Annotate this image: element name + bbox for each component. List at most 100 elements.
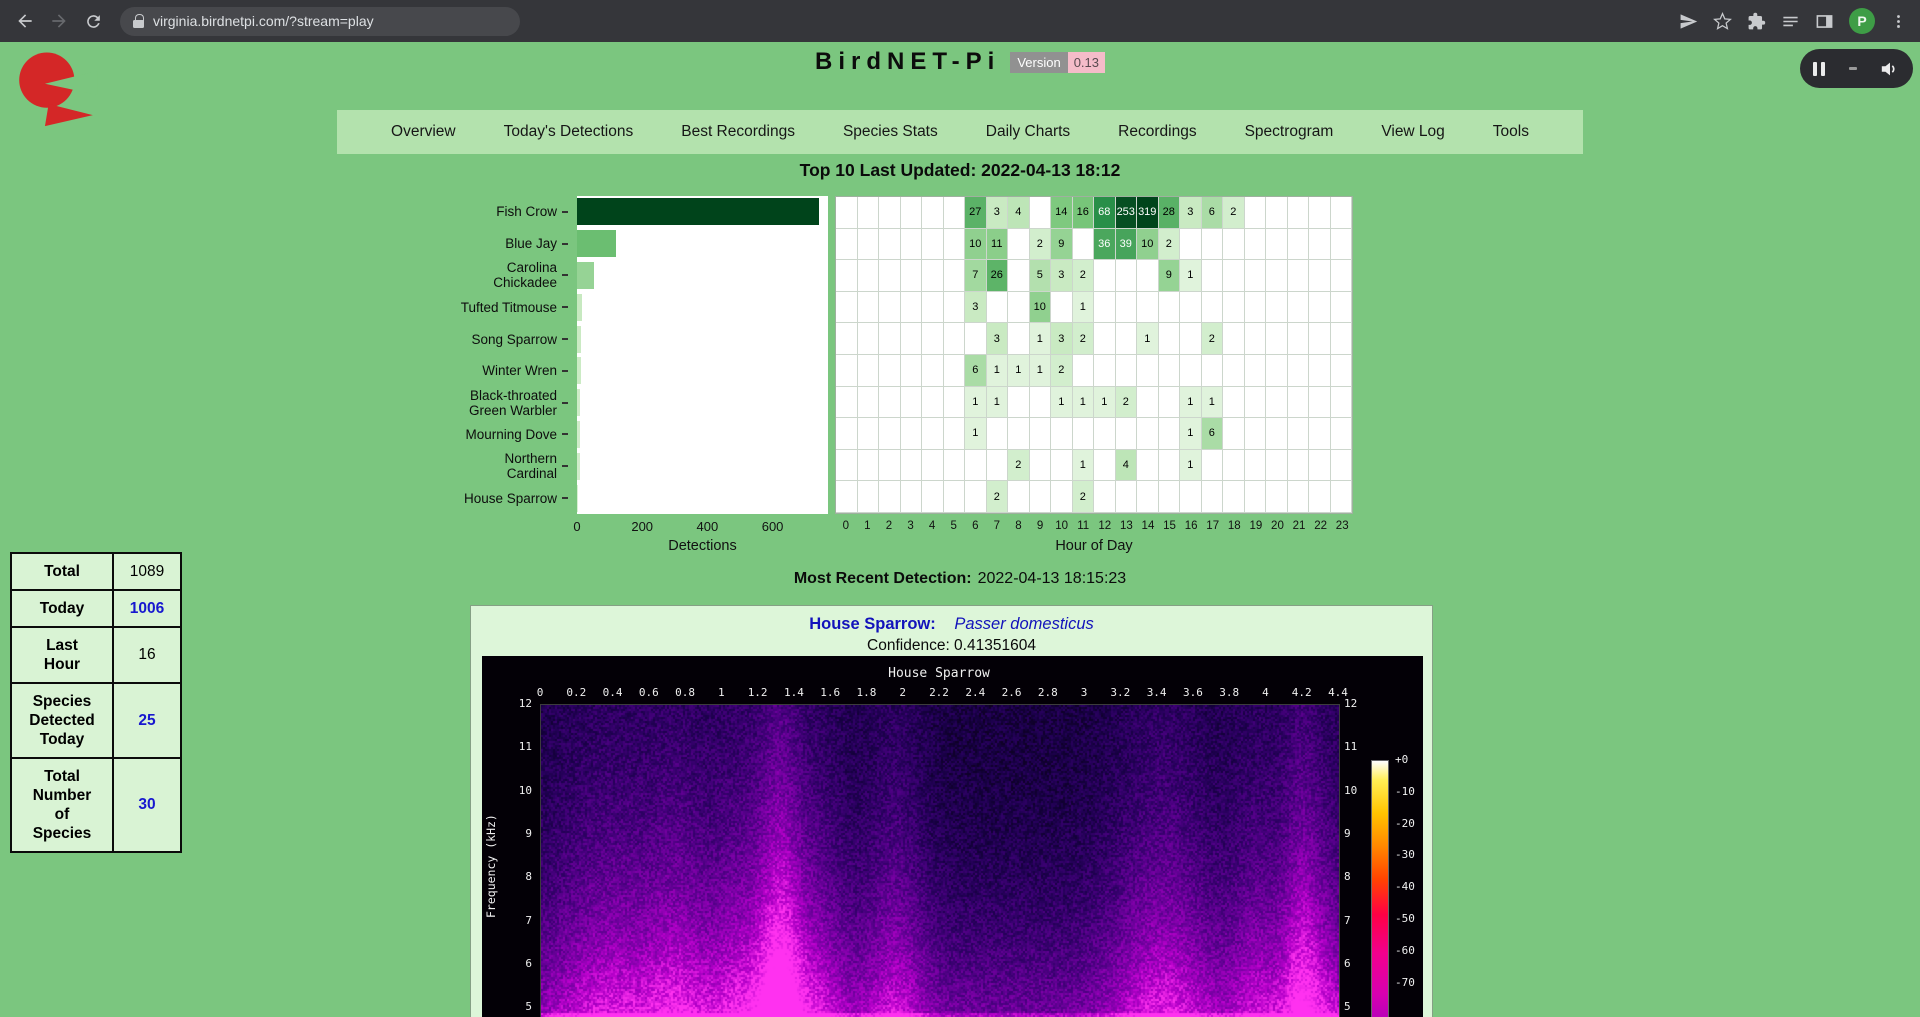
forward-icon[interactable] bbox=[42, 4, 76, 38]
species-latin-name[interactable]: Passer domesticus bbox=[954, 615, 1093, 633]
heatmap-cell bbox=[858, 481, 880, 513]
hour-tick: 7 bbox=[994, 520, 1000, 532]
nav-item-spectrogram[interactable]: Spectrogram bbox=[1245, 123, 1334, 141]
profile-avatar[interactable]: P bbox=[1849, 8, 1875, 34]
heatmap-cell: 2 bbox=[1073, 481, 1095, 513]
heatmap-cell bbox=[1137, 481, 1159, 513]
heatmap-cell bbox=[1137, 450, 1159, 482]
heatmap-cell bbox=[836, 481, 858, 513]
spectrogram-ytick-left: 12 bbox=[482, 697, 532, 710]
spectrogram-ytick-left: 7 bbox=[482, 914, 532, 927]
heatmap-cell: 28 bbox=[1159, 197, 1181, 229]
heatmap-cell bbox=[944, 481, 966, 513]
heatmap-cell bbox=[1245, 481, 1267, 513]
heatmap-cell bbox=[1094, 260, 1116, 292]
heatmap-cell bbox=[879, 355, 901, 387]
heatmap-cell bbox=[1180, 292, 1202, 324]
lock-icon[interactable] bbox=[133, 14, 144, 28]
bar-category-label: Song Sparrow bbox=[300, 323, 568, 355]
heatmap-cell bbox=[1266, 323, 1288, 355]
nav-item-view-log[interactable]: View Log bbox=[1381, 123, 1444, 141]
heatmap-cell bbox=[1245, 355, 1267, 387]
spectrogram-xtick: 2.4 bbox=[965, 686, 985, 699]
heatmap-cell bbox=[1223, 387, 1245, 419]
confidence-text: Confidence: 0.41351604 bbox=[471, 637, 1432, 655]
spectrogram-ytick-right: 8 bbox=[1344, 870, 1351, 883]
heatmap-cell bbox=[901, 355, 923, 387]
stats-value[interactable]: 25 bbox=[113, 683, 181, 758]
spectrogram-xtick: 0.4 bbox=[603, 686, 623, 699]
nav-item-today-s-detections[interactable]: Today's Detections bbox=[504, 123, 634, 141]
colorbar-gradient bbox=[1371, 760, 1389, 1017]
axis-tick bbox=[562, 433, 568, 435]
nav-item-tools[interactable]: Tools bbox=[1493, 123, 1529, 141]
heatmap-cell: 26 bbox=[987, 260, 1009, 292]
heatmap-cell bbox=[944, 260, 966, 292]
heatmap-cell bbox=[1331, 197, 1353, 229]
spectrogram-xtick: 0 bbox=[537, 686, 544, 699]
heatmap-cell bbox=[1116, 355, 1138, 387]
heatmap-cell: 2 bbox=[1202, 323, 1224, 355]
heatmap-cell bbox=[858, 292, 880, 324]
menu-kebab-icon[interactable] bbox=[1890, 12, 1907, 31]
heatmap-cell bbox=[922, 229, 944, 261]
spectrogram-xtick: 2.2 bbox=[929, 686, 949, 699]
heatmap-cell bbox=[1159, 387, 1181, 419]
spectrogram-ytick-right: 5 bbox=[1344, 1000, 1351, 1013]
heatmap-cell bbox=[1030, 197, 1052, 229]
spectrogram-xtick: 1.2 bbox=[748, 686, 768, 699]
nav-item-best-recordings[interactable]: Best Recordings bbox=[681, 123, 795, 141]
heatmap-cell bbox=[901, 418, 923, 450]
hour-tick: 21 bbox=[1293, 520, 1306, 532]
seek-dash-icon[interactable] bbox=[1849, 67, 1857, 70]
nav-item-daily-charts[interactable]: Daily Charts bbox=[986, 123, 1070, 141]
heatmap-cell bbox=[1223, 481, 1245, 513]
back-icon[interactable] bbox=[8, 4, 42, 38]
species-common-name[interactable]: House Sparrow: bbox=[809, 615, 936, 633]
address-bar[interactable]: virginia.birdnetpi.com/?stream=play bbox=[120, 7, 520, 36]
colorbar-tick: +0 bbox=[1395, 753, 1408, 766]
heatmap-cell bbox=[1159, 450, 1181, 482]
heatmap-cell: 2 bbox=[1008, 450, 1030, 482]
heatmap-cell bbox=[1137, 260, 1159, 292]
heatmap-cell bbox=[1331, 418, 1353, 450]
main-nav: Overview Today's Detections Best Recording… bbox=[337, 110, 1583, 154]
stats-value[interactable]: 30 bbox=[113, 758, 181, 852]
bookmark-star-icon[interactable] bbox=[1713, 12, 1732, 31]
bar-category-text: Fish Crow bbox=[496, 204, 557, 219]
send-icon[interactable] bbox=[1679, 12, 1698, 31]
side-panel-icon[interactable] bbox=[1815, 12, 1834, 31]
bar-category-text: Winter Wren bbox=[482, 363, 557, 378]
heatmap-cell bbox=[1288, 418, 1310, 450]
bar-category-label: Winter Wren bbox=[300, 355, 568, 387]
top10-heading: Top 10 Last Updated: 2022-04-13 18:12 bbox=[0, 160, 1920, 181]
audio-player[interactable] bbox=[1800, 49, 1913, 88]
stats-label: Species Detected Today bbox=[11, 683, 113, 758]
spectrogram-xtick: 1.8 bbox=[857, 686, 877, 699]
heatmap-cell: 1 bbox=[987, 387, 1009, 419]
heatmap-cell: 2 bbox=[1116, 387, 1138, 419]
bar-category-text: Northern Cardinal bbox=[504, 451, 557, 481]
spectrogram-ytick-right: 6 bbox=[1344, 957, 1351, 970]
spectrogram-image: House Sparrow Frequency (kHz) 00.20.40.6… bbox=[482, 656, 1423, 1017]
heatmap-cell bbox=[1331, 260, 1353, 292]
stats-value[interactable]: 1006 bbox=[113, 590, 181, 627]
axis-tick bbox=[562, 243, 568, 245]
pause-icon[interactable] bbox=[1813, 62, 1825, 76]
reading-list-icon[interactable] bbox=[1781, 12, 1800, 31]
nav-item-species-stats[interactable]: Species Stats bbox=[843, 123, 938, 141]
spectrogram-ytick-right: 7 bbox=[1344, 914, 1351, 927]
nav-item-overview[interactable]: Overview bbox=[391, 123, 456, 141]
bar-xtick: 600 bbox=[762, 519, 784, 534]
nav-item-recordings[interactable]: Recordings bbox=[1118, 123, 1196, 141]
axis-tick bbox=[562, 402, 568, 404]
heatmap-cell: 6 bbox=[1202, 418, 1224, 450]
heatmap-cell bbox=[1116, 481, 1138, 513]
reload-icon[interactable] bbox=[76, 4, 110, 38]
extensions-puzzle-icon[interactable] bbox=[1747, 12, 1766, 31]
bar-row bbox=[577, 482, 828, 514]
bar-category-text: Carolina Chickadee bbox=[493, 260, 557, 290]
volume-icon[interactable] bbox=[1880, 59, 1900, 79]
heatmap-cell: 1 bbox=[1073, 450, 1095, 482]
heatmap-cell bbox=[922, 355, 944, 387]
